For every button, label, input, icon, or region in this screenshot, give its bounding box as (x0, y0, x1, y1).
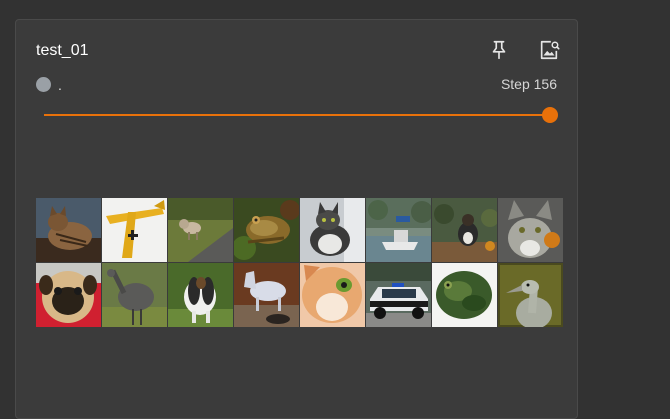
image-thumbnail-dog[interactable] (168, 198, 233, 262)
step-label: Step 156 (500, 76, 557, 92)
image-thumbnail-horse[interactable] (234, 263, 299, 327)
slider-track (44, 114, 550, 116)
image-expand-icon (538, 39, 560, 66)
image-thumbnail-cat[interactable] (498, 198, 563, 262)
image-card: test_01 . Step 156 (15, 19, 578, 419)
image-thumbnail-ship[interactable] (366, 198, 431, 262)
image-thumbnail-bird[interactable] (498, 263, 563, 327)
image-thumbnail-automobile[interactable] (366, 263, 431, 327)
run-legend: . (36, 75, 62, 93)
image-thumbnail-dog[interactable] (168, 263, 233, 327)
image-thumbnail-cat[interactable] (300, 263, 365, 327)
image-grid (36, 198, 563, 328)
image-thumbnail-dog[interactable] (36, 263, 101, 327)
pin-button[interactable] (485, 38, 513, 66)
image-thumbnail-dog[interactable] (432, 198, 497, 262)
run-color-dot (36, 76, 51, 92)
pin-icon (488, 39, 510, 66)
run-label: . (58, 77, 62, 93)
image-thumbnail-cat[interactable] (300, 198, 365, 262)
image-thumbnail-cat[interactable] (36, 198, 101, 262)
expand-image-button[interactable] (535, 38, 563, 66)
image-thumbnail-frog[interactable] (234, 198, 299, 262)
image-thumbnail-bird[interactable] (102, 263, 167, 327)
image-thumbnail-frog[interactable] (432, 263, 497, 327)
step-slider[interactable] (44, 106, 558, 124)
image-thumbnail-airplane[interactable] (102, 198, 167, 262)
slider-thumb[interactable] (542, 107, 558, 123)
card-title: test_01 (36, 42, 89, 59)
